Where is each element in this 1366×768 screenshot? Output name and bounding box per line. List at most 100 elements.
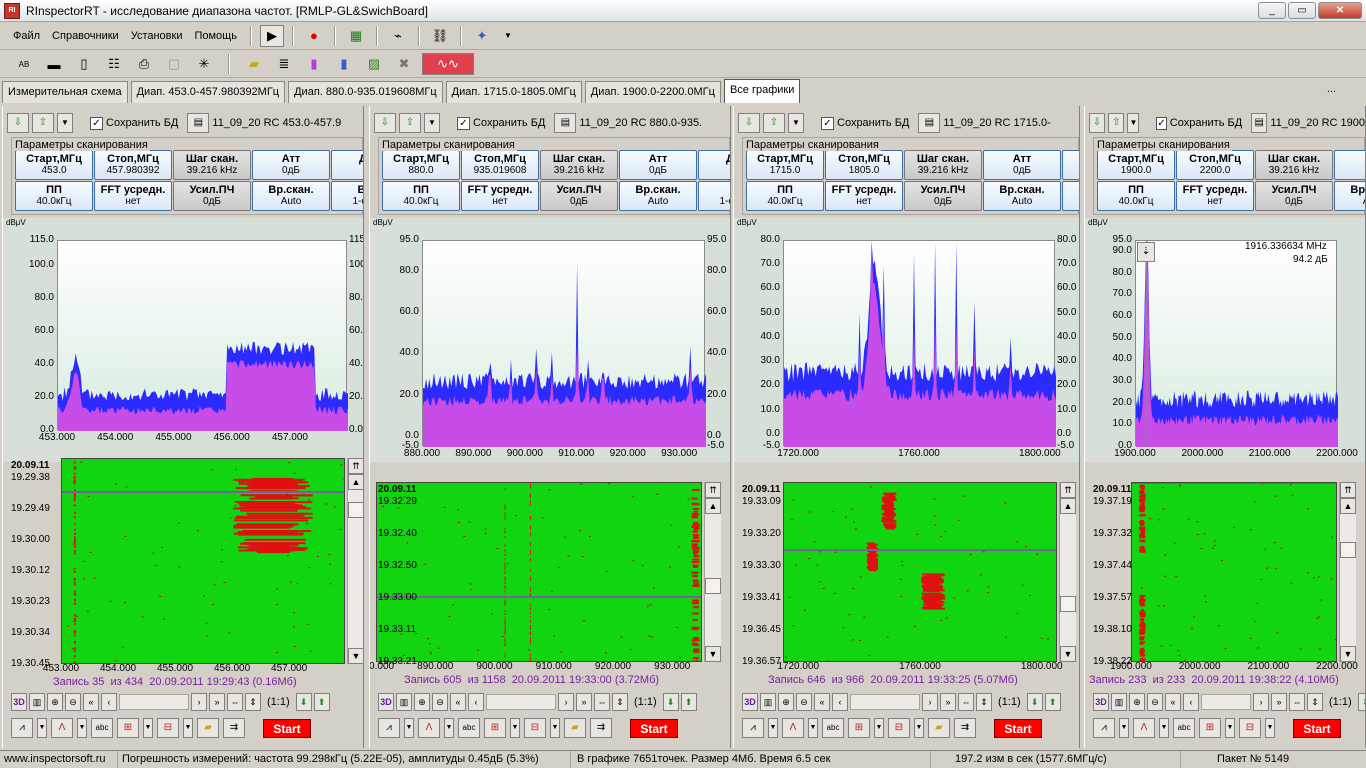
printer-icon[interactable]: ⎙ [132,53,156,75]
up-icon[interactable]: ⬆ [1044,693,1061,711]
expand-icon[interactable]: ⇕ [612,693,628,711]
start-button[interactable]: Start [263,718,311,738]
chevron-down-icon[interactable]: ▼ [496,25,520,47]
marker-icon[interactable]: Λ [1133,718,1155,738]
3d-button[interactable]: 3D [1093,693,1109,711]
chevron-down-icon[interactable]: ▼ [550,718,560,738]
start-button[interactable]: Start [1293,718,1341,738]
menu-help[interactable]: Помощь [189,27,242,45]
scroll-down-icon[interactable]: ▼ [1060,646,1076,662]
up-icon[interactable]: ⬆ [313,693,330,711]
device-icon[interactable]: ▬ [42,53,66,75]
folder-icon[interactable]: ▰ [564,718,586,738]
minimize-button[interactable]: _ [1258,2,1286,19]
chevron-down-icon[interactable]: ▼ [510,718,520,738]
waterfall-display[interactable] [1131,482,1337,662]
chart-icon[interactable]: ▥ [396,693,412,711]
trace-icon[interactable]: ⩘ [742,718,764,738]
trace-icon[interactable]: ⩘ [378,718,400,738]
3d-button[interactable]: 3D [11,693,27,711]
menu-file[interactable]: Файл [8,27,45,45]
scroll-top-icon[interactable]: ⇈ [1340,482,1356,498]
tab-range-453[interactable]: Диап. 453.0-457.980392МГц [130,81,286,103]
grid-icon[interactable]: ⊞ [484,718,506,738]
zoom-in-icon[interactable]: ⊕ [1129,693,1145,711]
dish-icon[interactable]: ✳ [192,53,216,75]
waterfall-display[interactable] [61,458,345,664]
chevron-down-icon[interactable]: ▼ [444,718,454,738]
chart-icon[interactable]: ▥ [29,693,45,711]
bar-chart-icon[interactable]: ▮ [302,53,326,75]
scroll-down-icon[interactable]: ▼ [1340,646,1356,662]
report-icon[interactable]: ☷ [102,53,126,75]
prev-icon[interactable]: ‹ [832,693,848,711]
abc-icon[interactable]: abc [1173,718,1195,738]
scroll-up-icon[interactable]: ▲ [705,498,721,514]
next-icon[interactable]: › [558,693,574,711]
abc-icon[interactable]: abc [91,718,113,738]
waterfall-scrollbar[interactable]: ⇈ ▲ ▼ [1339,482,1356,662]
expand-icon[interactable]: ⇕ [245,693,261,711]
3d-button[interactable]: 3D [742,693,758,711]
waterfall-scrollbar[interactable]: ⇈ ▲ ▼ [1059,482,1076,662]
chevron-down-icon[interactable]: ▼ [808,718,818,738]
chevron-down-icon[interactable]: ▼ [1225,718,1235,738]
zoom-in-icon[interactable]: ⊕ [778,693,794,711]
zoom-out-icon[interactable]: ⊖ [65,693,81,711]
close-button[interactable]: ✕ [1318,2,1362,19]
zoom-out-icon[interactable]: ⊖ [1147,693,1163,711]
first-icon[interactable]: « [814,693,830,711]
marker-icon[interactable]: Λ [782,718,804,738]
scroll-thumb[interactable] [705,578,721,594]
network-icon[interactable]: ⛓ [428,25,452,47]
expand-icon[interactable]: ⇕ [976,693,992,711]
tab-range-1715[interactable]: Диап. 1715.0-1805.0МГц [445,81,582,103]
time-scrollbar[interactable] [1201,694,1251,710]
fit-icon[interactable]: ⇔ [594,693,610,711]
waterfall-display[interactable] [783,482,1057,662]
menu-references[interactable]: Справочники [47,27,124,45]
next-icon[interactable]: › [191,693,207,711]
prev-icon[interactable]: ‹ [1183,693,1199,711]
menu-settings[interactable]: Установки [126,27,188,45]
first-icon[interactable]: « [450,693,466,711]
image-icon[interactable]: ▨ [362,53,386,75]
play-icon[interactable]: ▶ [259,24,284,47]
tab-range-1900[interactable]: Диап. 1900.0-2200.0МГц [584,81,721,103]
down-icon[interactable]: ⬇ [295,693,312,711]
abc-icon[interactable]: abc [458,718,480,738]
chevron-down-icon[interactable]: ▼ [1265,718,1275,738]
prev-icon[interactable]: ‹ [101,693,117,711]
export-icon[interactable]: ⇉ [590,718,612,738]
document-icon[interactable]: ▢ [162,53,186,75]
scroll-down-icon[interactable]: ▼ [705,646,721,662]
down-icon[interactable]: ⬇ [662,693,679,711]
time-scrollbar[interactable] [486,694,556,710]
zoom-out-icon[interactable]: ⊖ [796,693,812,711]
marker-icon[interactable]: Λ [51,718,73,738]
grid-icon[interactable]: ⊞ [1199,718,1221,738]
waterfall-scrollbar[interactable]: ⇈ ▲ ▼ [347,458,363,664]
threshold-icon[interactable]: ⊟ [1239,718,1261,738]
grid-icon[interactable]: ⊞ [848,718,870,738]
chevron-down-icon[interactable]: ▼ [1159,718,1169,738]
chart-icon[interactable]: ▥ [1111,693,1127,711]
expand-icon[interactable]: ⇕ [1307,693,1323,711]
marker-icon[interactable]: Λ [418,718,440,738]
tools-icon[interactable]: ✦ [470,25,494,47]
disconnect-icon[interactable]: ✖ [392,53,416,75]
chevron-down-icon[interactable]: ▼ [37,718,47,738]
antenna-icon[interactable]: ⌁ [386,25,410,47]
scroll-thumb[interactable] [348,502,363,518]
threshold-icon[interactable]: ⊟ [524,718,546,738]
up-icon[interactable]: ⬆ [680,693,697,711]
chevron-down-icon[interactable]: ▼ [404,718,414,738]
record-icon[interactable]: ● [302,25,326,47]
folders-icon[interactable]: ▰ [242,53,266,75]
threshold-icon[interactable]: ⊟ [888,718,910,738]
scroll-top-icon[interactable]: ⇈ [1060,482,1076,498]
maximize-button[interactable]: ▭ [1288,2,1316,19]
waterfall-scrollbar[interactable]: ⇈ ▲ ▼ [704,482,721,662]
last-icon[interactable]: » [1271,693,1287,711]
chevron-down-icon[interactable]: ▼ [874,718,884,738]
